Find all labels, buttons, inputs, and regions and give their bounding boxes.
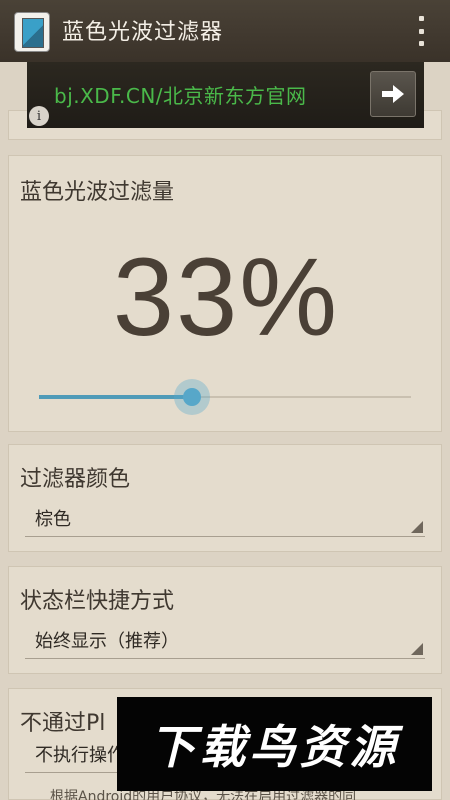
filter-color-spinner[interactable]: 棕色 [25, 503, 425, 537]
app-icon-screen [22, 18, 44, 48]
action-bar: 蓝色光波过滤器 [0, 0, 450, 62]
filter-color-title: 过滤器颜色 [20, 467, 131, 492]
filter-amount-title: 蓝色光波过滤量 [20, 180, 175, 205]
overflow-dot [418, 16, 424, 21]
statusbar-shortcut-spinner[interactable]: 始终显示（推荐） [25, 625, 425, 659]
slider-fill [39, 395, 192, 399]
filter-amount-card: 蓝色光波过滤量 33% [8, 155, 442, 432]
ad-banner[interactable]: bj.XDF.CN/北京新东方官网 i [27, 62, 424, 128]
watermark-logo: 下载鸟资源 [117, 697, 432, 791]
app-title: 蓝色光波过滤器 [62, 20, 224, 45]
filter-color-card: 过滤器颜色 棕色 [8, 444, 442, 552]
dropdown-corner-icon [411, 521, 423, 533]
statusbar-shortcut-card: 状态栏快捷方式 始终显示（推荐） [8, 566, 442, 674]
filter-amount-value: 33% [112, 236, 340, 359]
filter-color-value: 棕色 [35, 509, 71, 530]
overflow-dot [418, 28, 424, 34]
statusbar-shortcut-title: 状态栏快捷方式 [20, 589, 175, 614]
overflow-menu-icon[interactable] [416, 16, 426, 46]
arrow-right-icon [382, 85, 404, 103]
ad-arrow-button[interactable] [370, 71, 416, 117]
info-icon[interactable]: i [29, 106, 49, 126]
slider-thumb[interactable] [174, 379, 210, 415]
statusbar-shortcut-value: 始终显示（推荐） [35, 631, 179, 652]
dropdown-corner-icon [411, 643, 423, 655]
filter-amount-slider[interactable] [39, 379, 411, 415]
play-option-value: 不执行操作 [35, 745, 125, 766]
play-option-title: 不通过Pl [20, 711, 106, 736]
overflow-dot [418, 41, 424, 46]
ad-text[interactable]: bj.XDF.CN/北京新东方官网 [54, 80, 307, 109]
app-phone-icon[interactable] [14, 12, 50, 52]
watermark-text: 下载鸟资源 [149, 720, 400, 774]
